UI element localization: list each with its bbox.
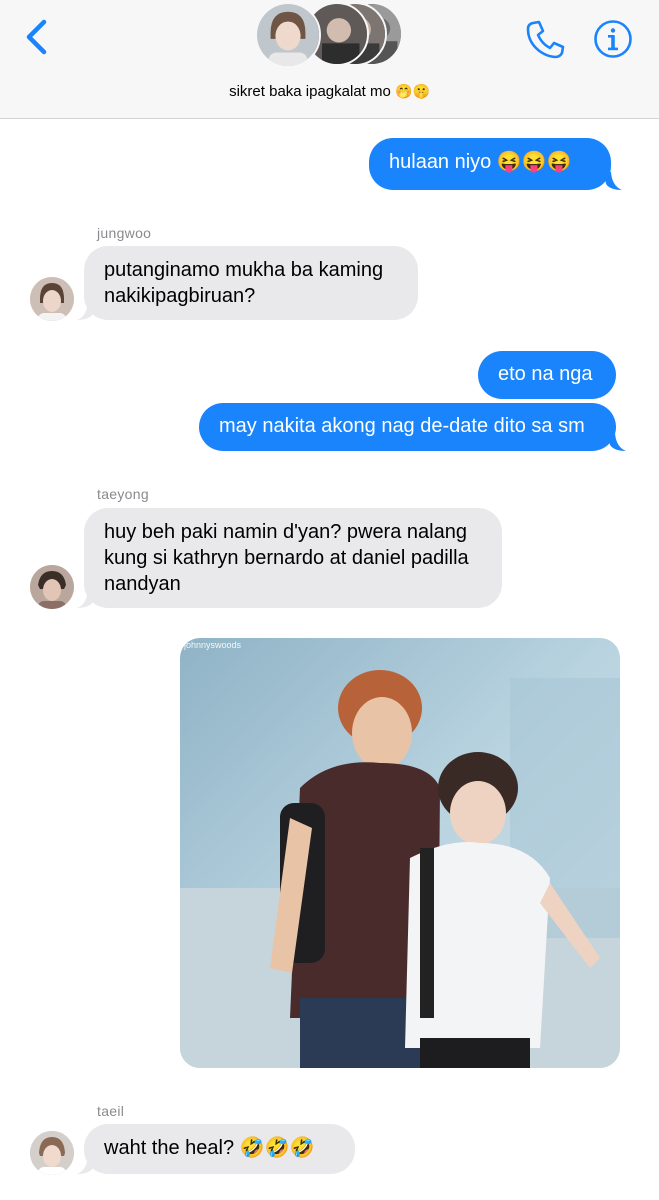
outgoing-message[interactable]: hulaan niyo 😝😝😝 [369, 138, 611, 190]
bubble-tail [77, 302, 95, 320]
group-name-emoji: 🤭🤫 [395, 83, 430, 99]
info-icon [594, 20, 632, 58]
phone-icon [526, 20, 565, 59]
bubble-tail [77, 1156, 95, 1174]
incoming-message[interactable]: waht the heal? 🤣🤣🤣 [84, 1124, 355, 1174]
avatar[interactable] [30, 1131, 74, 1175]
avatar[interactable] [30, 565, 74, 609]
bubble-tail [608, 433, 626, 451]
message-line: putanginamo mukha ba kaming [104, 259, 384, 281]
group-avatar-stack[interactable] [255, 2, 405, 68]
sender-name: taeil [97, 1103, 125, 1119]
message-emoji: 🤣🤣🤣 [239, 1137, 315, 1159]
photo-message[interactable]: johnnyswoods [180, 638, 620, 1068]
outgoing-message[interactable]: may nakita akong nag de-date dito sa sm [199, 403, 616, 451]
message-line: nakikipagbiruan? [104, 285, 256, 307]
back-button[interactable] [18, 16, 58, 60]
chat-header: sikret baka ipagkalat mo 🤭🤫 [0, 0, 659, 119]
outgoing-message[interactable]: eto na nga [478, 351, 616, 399]
call-button[interactable] [524, 18, 566, 60]
message-text: waht the heal? [104, 1137, 235, 1159]
message-text: eto na nga [498, 363, 593, 385]
incoming-message[interactable]: huy beh paki namin d'yan? pwera nalang k… [84, 508, 502, 608]
sender-name: taeyong [97, 486, 149, 502]
photo-watermark: johnnyswoods [184, 640, 242, 650]
incoming-message[interactable]: putanginamo mukha ba kaming nakikipagbir… [84, 246, 418, 320]
info-button[interactable] [592, 18, 634, 60]
group-name-text: sikret baka ipagkalat mo [229, 83, 391, 100]
bubble-tail [77, 590, 95, 608]
bubble-tail [604, 172, 622, 190]
sender-name: jungwoo [97, 225, 152, 241]
message-line: kung si kathryn bernardo at daniel padil… [104, 547, 469, 569]
message-text: hulaan niyo [389, 151, 492, 173]
message-text: may nakita akong nag de-date dito sa sm [219, 415, 585, 437]
group-title[interactable]: sikret baka ipagkalat mo 🤭🤫 [0, 83, 659, 100]
message-line: nandyan [104, 573, 181, 595]
group-member-avatar [255, 2, 321, 68]
message-emoji: 😝😝😝 [496, 151, 572, 173]
message-line: huy beh paki namin d'yan? pwera nalang [104, 521, 467, 543]
avatar[interactable] [30, 277, 74, 321]
photo-image [180, 638, 620, 1068]
chevron-left-icon [26, 19, 47, 55]
